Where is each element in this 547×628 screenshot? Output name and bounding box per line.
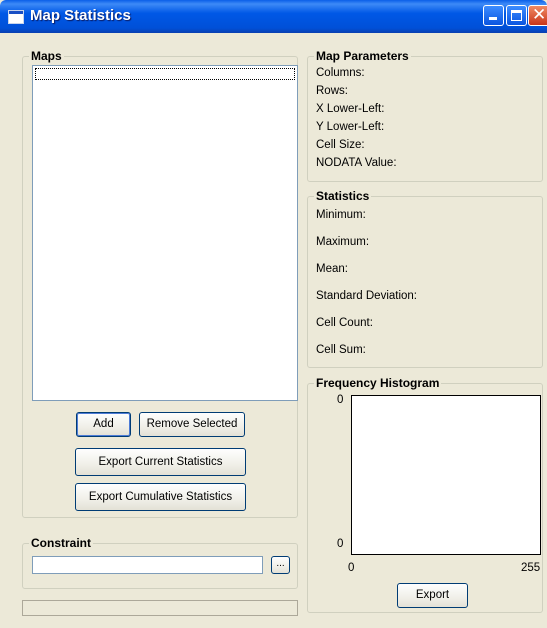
constraint-input[interactable] — [32, 556, 263, 574]
map-statistics-window: Map Statistics ✕ Maps Add Remove Selecte… — [0, 0, 547, 628]
maximum-label: Maximum: — [316, 236, 370, 248]
y-lower-left-label: Y Lower-Left: — [316, 121, 385, 133]
status-bar — [22, 600, 298, 616]
histogram-x-max-label: 255 — [521, 562, 541, 574]
x-lower-left-label: X Lower-Left: — [316, 103, 385, 115]
histogram-y-max-label: 0 — [337, 394, 344, 406]
export-cumulative-statistics-button[interactable]: Export Cumulative Statistics — [75, 483, 246, 511]
cell-sum-label: Cell Sum: — [316, 344, 366, 356]
list-focus-item — [35, 68, 295, 80]
window-title: Map Statistics — [30, 7, 131, 24]
nodata-value-label: NODATA Value: — [316, 157, 397, 169]
rows-label: Rows: — [316, 85, 348, 97]
histogram-x-min-label: 0 — [348, 562, 355, 574]
minimize-button[interactable] — [483, 5, 504, 26]
maximize-icon — [511, 10, 522, 21]
cell-size-label: Cell Size: — [316, 139, 365, 151]
close-icon: ✕ — [532, 5, 547, 25]
minimize-icon — [489, 17, 497, 20]
add-button[interactable]: Add — [76, 412, 131, 437]
statistics-label: Statistics — [314, 189, 372, 203]
app-window-icon — [8, 10, 24, 24]
histogram-export-button[interactable]: Export — [397, 583, 468, 608]
title-bar[interactable]: Map Statistics ✕ — [0, 0, 547, 33]
close-button[interactable]: ✕ — [528, 5, 547, 26]
histogram-y-min-label: 0 — [337, 538, 344, 550]
columns-label: Columns: — [316, 67, 365, 79]
frequency-histogram-label: Frequency Histogram — [314, 376, 442, 390]
mean-label: Mean: — [316, 263, 348, 275]
maps-group-label: Maps — [29, 49, 64, 63]
minimum-label: Minimum: — [316, 209, 366, 221]
browse-button[interactable]: ... — [271, 556, 290, 574]
map-parameters-label: Map Parameters — [314, 49, 411, 63]
cell-count-label: Cell Count: — [316, 317, 373, 329]
maximize-button[interactable] — [506, 5, 527, 26]
maps-list[interactable] — [32, 65, 298, 401]
standard-deviation-label: Standard Deviation: — [316, 290, 418, 302]
histogram-plot-area — [351, 395, 541, 555]
constraint-group-label: Constraint — [29, 536, 93, 550]
remove-selected-button[interactable]: Remove Selected — [139, 412, 245, 437]
map-parameters-group: Map Parameters Columns: Rows: X Lower-Le… — [307, 49, 543, 182]
export-current-statistics-button[interactable]: Export Current Statistics — [75, 448, 246, 476]
statistics-group: Statistics Minimum: Maximum: Mean: Stand… — [307, 189, 543, 368]
